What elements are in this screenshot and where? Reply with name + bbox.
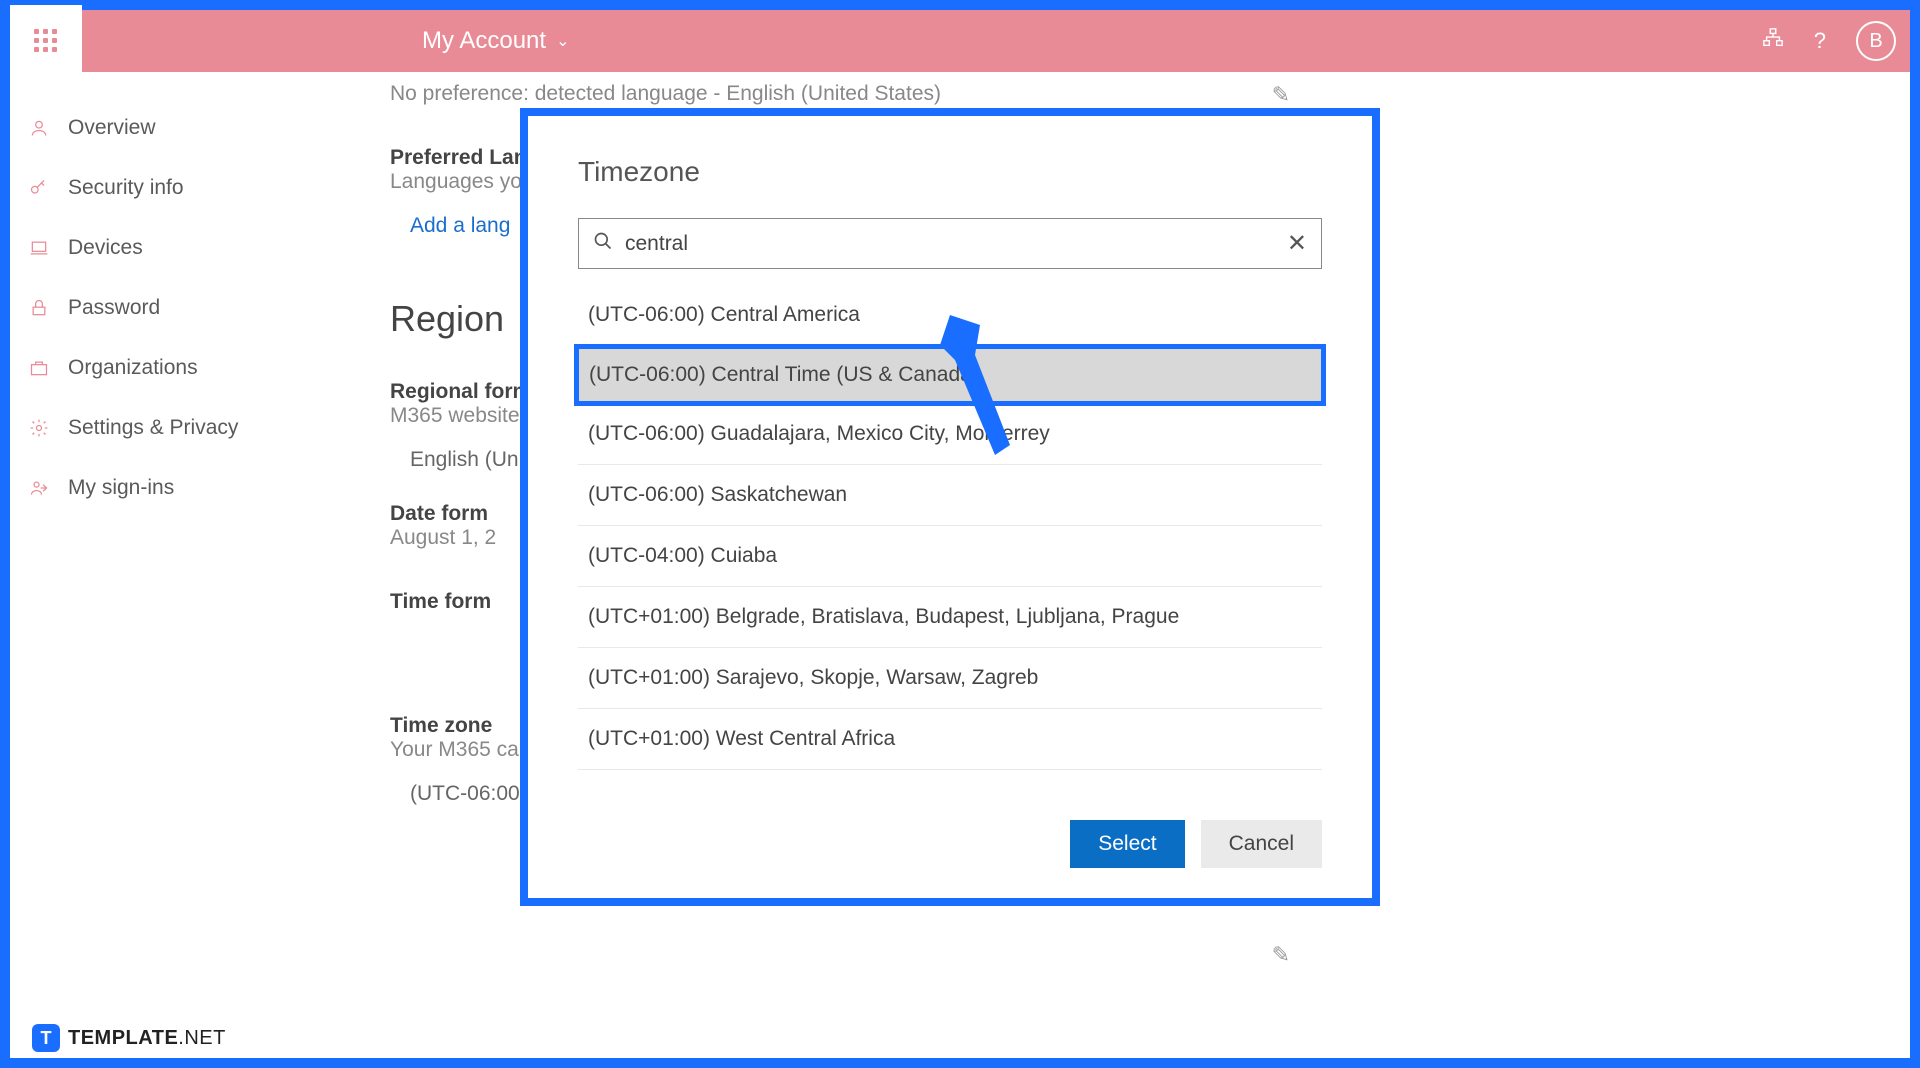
timezone-option[interactable]: (UTC-06:00) Saskatchewan — [578, 465, 1322, 526]
select-button[interactable]: Select — [1070, 820, 1184, 868]
page-title-dropdown[interactable]: My Account ⌄ — [422, 27, 569, 55]
waffle-icon — [34, 29, 58, 53]
header-actions: ? B — [1762, 21, 1896, 61]
sidebar-label: My sign-ins — [68, 476, 174, 500]
avatar-letter: B — [1869, 30, 1882, 53]
pencil-icon[interactable]: ✎ — [1272, 82, 1290, 108]
briefcase-icon — [28, 357, 50, 379]
laptop-icon — [28, 237, 50, 259]
watermark: T TEMPLATE.NET — [32, 1024, 226, 1052]
watermark-text: TEMPLATE.NET — [68, 1027, 226, 1050]
page-title-text: My Account — [422, 27, 546, 55]
timezone-option[interactable]: (UTC+01:00) West Central Africa — [578, 709, 1322, 770]
sitemap-icon[interactable] — [1762, 27, 1784, 55]
chevron-down-icon: ⌄ — [556, 31, 569, 51]
avatar[interactable]: B — [1856, 21, 1896, 61]
sidebar-label: Organizations — [68, 356, 198, 380]
header-bar: My Account ⌄ ? B — [10, 10, 1910, 72]
sidebar-label: Settings & Privacy — [68, 416, 238, 440]
watermark-badge-icon: T — [32, 1024, 60, 1052]
timezone-results-list: (UTC-06:00) Central America (UTC-06:00) … — [578, 285, 1322, 770]
detected-language-text: No preference: detected language - Engli… — [390, 82, 1880, 106]
modal-button-row: Select Cancel — [578, 820, 1322, 868]
sidebar-label: Devices — [68, 236, 143, 260]
sidebar-item-overview[interactable]: Overview — [20, 102, 320, 154]
app-launcher-button[interactable] — [10, 5, 82, 77]
clear-icon[interactable]: ✕ — [1287, 229, 1307, 258]
sidebar-item-devices[interactable]: Devices — [20, 222, 320, 274]
cancel-button[interactable]: Cancel — [1201, 820, 1322, 868]
timezone-option[interactable]: (UTC-06:00) Guadalajara, Mexico City, Mo… — [578, 404, 1322, 465]
modal-title: Timezone — [578, 156, 1322, 188]
sidebar-label: Overview — [68, 116, 156, 140]
gear-icon — [28, 417, 50, 439]
sidebar-item-signins[interactable]: My sign-ins — [20, 462, 320, 514]
signin-icon — [28, 477, 50, 499]
sidebar-label: Password — [68, 296, 160, 320]
timezone-search-input[interactable] — [625, 232, 1275, 256]
sidebar-item-security[interactable]: Security info — [20, 162, 320, 214]
timezone-option[interactable]: (UTC-06:00) Central America — [578, 285, 1322, 346]
help-icon[interactable]: ? — [1814, 28, 1826, 54]
pencil-icon[interactable]: ✎ — [1272, 942, 1290, 968]
timezone-option[interactable]: (UTC+01:00) Belgrade, Bratislava, Budape… — [578, 587, 1322, 648]
timezone-option-highlighted[interactable]: (UTC-06:00) Central Time (US & Canada) — [574, 344, 1326, 406]
sidebar-item-settings[interactable]: Settings & Privacy — [20, 402, 320, 454]
search-icon — [593, 231, 613, 257]
timezone-option[interactable]: (UTC+01:00) Sarajevo, Skopje, Warsaw, Za… — [578, 648, 1322, 709]
sidebar-item-organizations[interactable]: Organizations — [20, 342, 320, 394]
sidebar: Overview Security info Devices Password … — [10, 72, 330, 1058]
add-language-link[interactable]: Add a lang — [410, 214, 510, 238]
timezone-option[interactable]: (UTC-04:00) Cuiaba — [578, 526, 1322, 587]
timezone-search-field[interactable]: ✕ — [578, 218, 1322, 269]
key-icon — [28, 177, 50, 199]
user-icon — [28, 117, 50, 139]
lock-icon — [28, 297, 50, 319]
sidebar-item-password[interactable]: Password — [20, 282, 320, 334]
sidebar-label: Security info — [68, 176, 184, 200]
timezone-modal: Timezone ✕ (UTC-06:00) Central America (… — [520, 108, 1380, 906]
